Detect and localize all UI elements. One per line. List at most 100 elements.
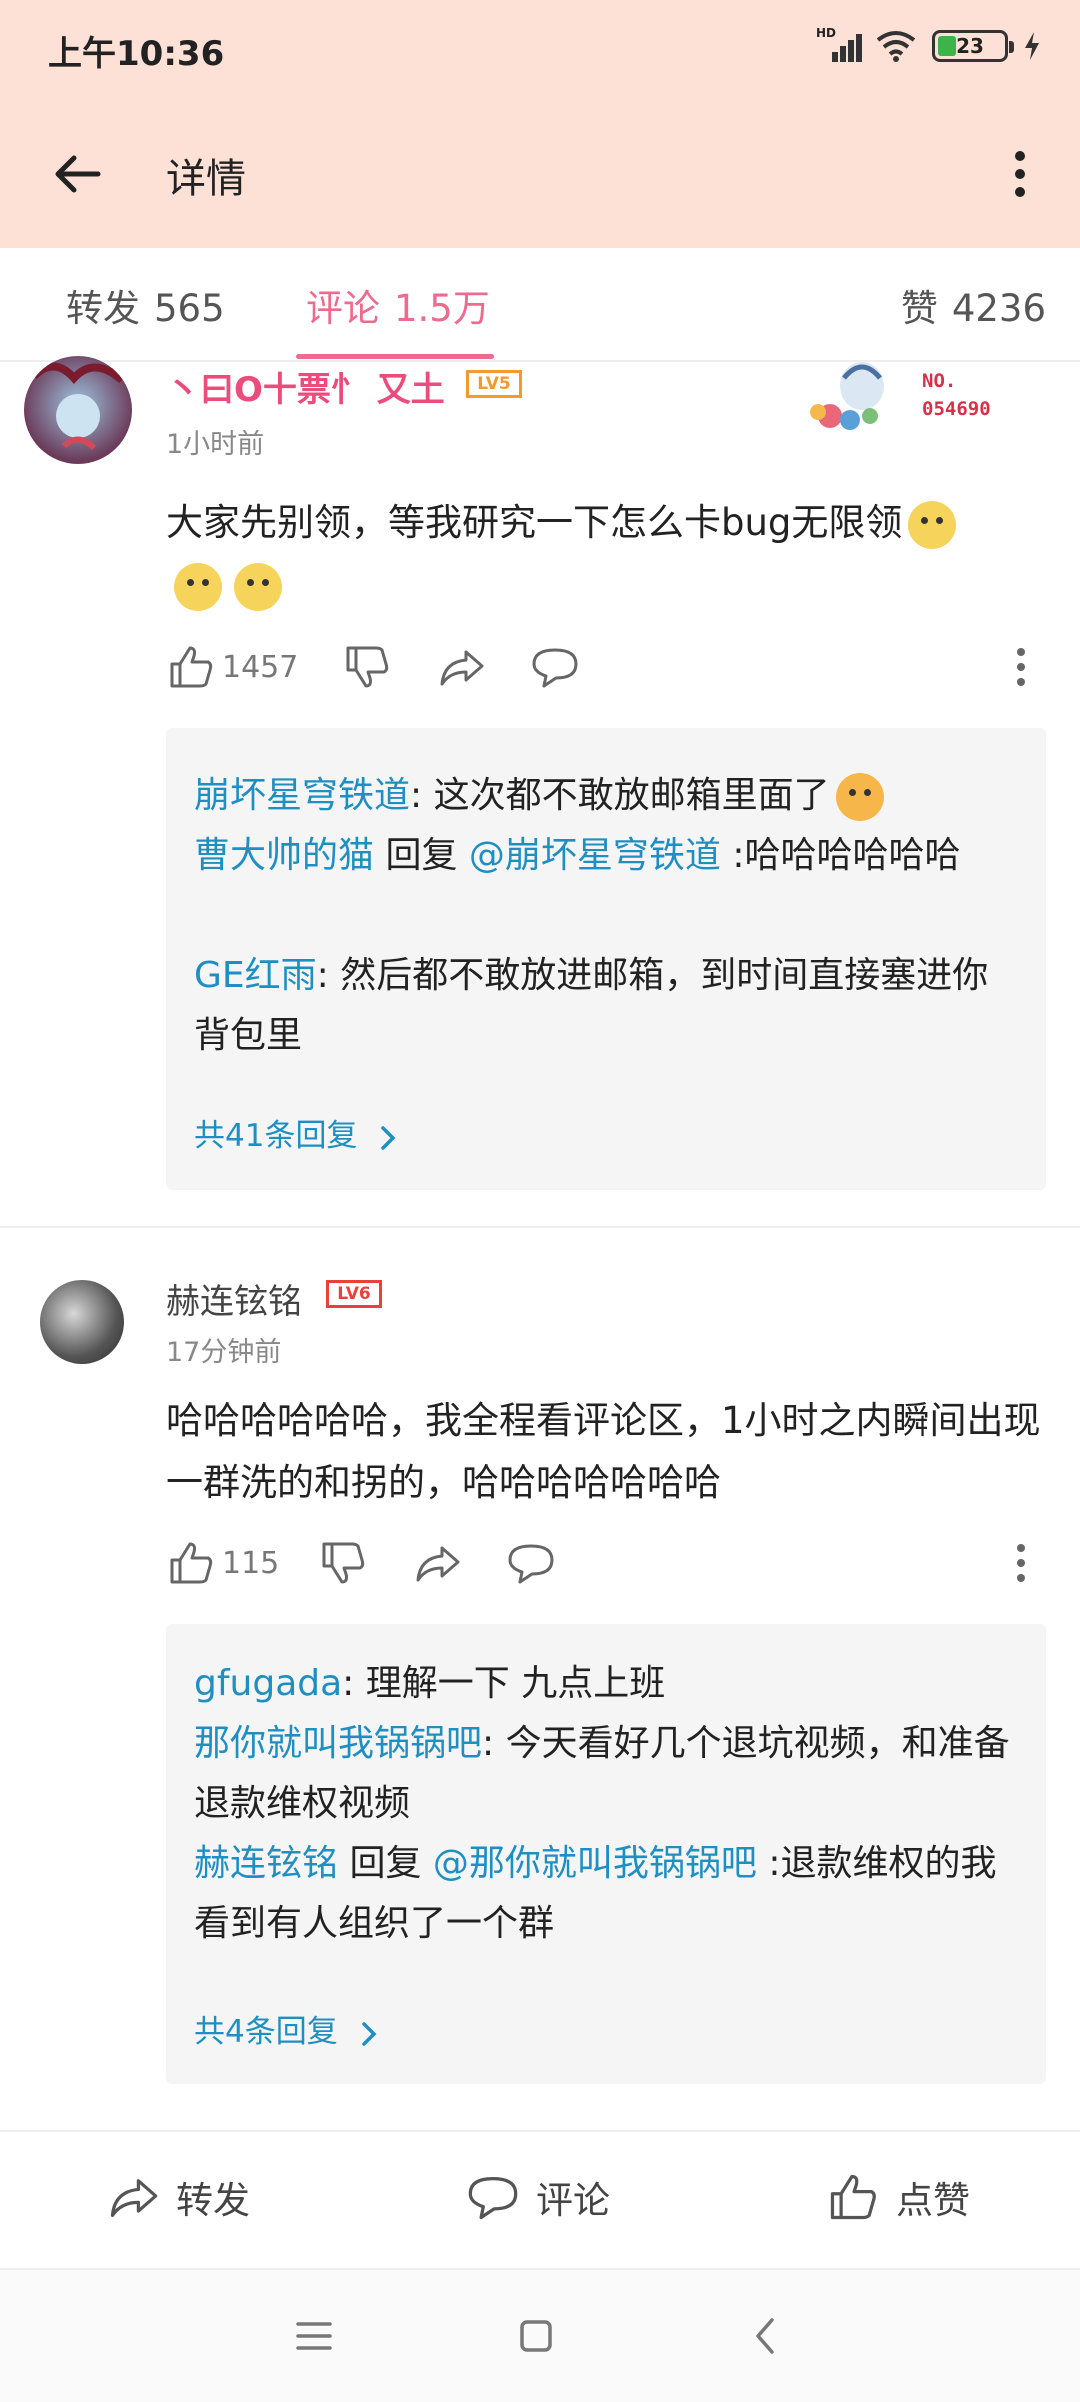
- reply-separator: :: [342, 1663, 366, 1704]
- comment-text: 大家先别领，等我研究一下怎么卡bug无限领: [166, 492, 1046, 616]
- hd-label: HD: [816, 26, 837, 40]
- thumbs-down-icon[interactable]: [342, 642, 392, 692]
- badge-character-image: [810, 362, 884, 430]
- comment-divider: [0, 1226, 1080, 1228]
- reply-item: 那你就叫我锅锅吧: 今天看好几个退坑视频，和准备退款维权视频: [194, 1714, 1024, 1834]
- reply-text: 这次都不敢放邮箱里面了: [433, 775, 830, 816]
- doge-emoji-icon: [234, 562, 282, 611]
- battery-level: 23: [956, 34, 984, 58]
- tab-comment-label: 评论: [306, 287, 380, 330]
- comment-bubble-icon: [468, 2177, 518, 2220]
- level-badge: LV5: [466, 370, 522, 398]
- active-tab-indicator: [296, 354, 494, 359]
- comment-text-content: 大家先别领，等我研究一下怎么卡bug无限领: [166, 501, 903, 544]
- badge-no-label: NO.: [922, 370, 957, 392]
- charging-icon: [1025, 32, 1039, 60]
- fan-badge: NO. 054690: [800, 356, 1040, 432]
- share-arrow-icon[interactable]: [412, 1538, 462, 1588]
- reply-username[interactable]: 赫连铉铭: [194, 1843, 338, 1884]
- avatar[interactable]: [24, 356, 132, 464]
- thumbs-up-icon[interactable]: [166, 1538, 216, 1588]
- badge-number: 054690: [922, 398, 991, 420]
- comment-time: 17分钟前: [166, 1337, 282, 1368]
- repost-label: 转发: [176, 2179, 250, 2222]
- doge-emoji-icon: [174, 562, 222, 611]
- comment-username[interactable]: 赫连铉铭: [166, 1274, 302, 1323]
- back-icon[interactable]: [744, 2314, 788, 2358]
- thumbs-down-icon[interactable]: [318, 1538, 368, 1588]
- home-icon[interactable]: [514, 2314, 558, 2358]
- like-count: 1457: [222, 650, 299, 685]
- more-vertical-icon[interactable]: [996, 1538, 1046, 1588]
- laughing-emoji-icon: [835, 773, 884, 821]
- reply-mention[interactable]: @崩坏星穹铁道: [469, 835, 721, 876]
- reply-username[interactable]: 那你就叫我锅锅吧: [194, 1723, 482, 1764]
- menu-icon[interactable]: [292, 2314, 336, 2358]
- reply-word: 回复: [374, 835, 469, 876]
- view-all-replies-label: 共4条回复: [194, 2014, 338, 2050]
- tab-comment[interactable]: 评论 1.5万: [306, 278, 490, 332]
- reply-username[interactable]: 崩坏星穹铁道: [194, 775, 410, 816]
- avatar[interactable]: [40, 1280, 124, 1364]
- status-icons: HD 23: [816, 26, 1042, 64]
- tab-like-label: 赞: [900, 287, 938, 330]
- reply-word: 回复: [338, 1843, 433, 1884]
- tab-comment-count: 1.5万: [394, 287, 490, 330]
- tab-repost-label: 转发: [66, 287, 140, 330]
- reply-preview-box[interactable]: gfugada: 理解一下 九点上班 那你就叫我锅锅吧: 今天看好几个退坑视频，…: [166, 1624, 1046, 2084]
- reply-text: 理解一下 九点上班: [365, 1663, 666, 1704]
- thumbs-up-icon: [830, 2174, 876, 2220]
- reply-username[interactable]: GE红雨: [194, 955, 317, 996]
- bottom-action-bar: 转发 评论 点赞: [0, 2130, 1080, 2270]
- app-header: 上午10:36 HD 23 详情: [0, 0, 1080, 248]
- comment-actions: 1457: [166, 642, 1046, 692]
- more-vertical-icon[interactable]: [1000, 144, 1040, 204]
- wifi-icon: [876, 31, 916, 62]
- tab-like[interactable]: 赞 4236: [901, 278, 1046, 332]
- like-count: 115: [222, 1546, 280, 1581]
- view-all-replies-link[interactable]: 共41条回复: [194, 1110, 399, 1155]
- reply-item: 曹大帅的猫 回复 @崩坏星穹铁道 :哈哈哈哈哈哈: [194, 826, 1024, 886]
- reply-item: GE红雨: 然后都不敢放进邮箱，到时间直接塞进你背包里: [194, 946, 1024, 1066]
- view-all-replies-link[interactable]: 共4条回复: [194, 2006, 380, 2051]
- chevron-right-icon: [381, 1125, 396, 1150]
- like-label: 点赞: [896, 2179, 970, 2222]
- battery-icon: 23: [932, 30, 1014, 62]
- reply-separator: :: [316, 955, 341, 996]
- comment-username[interactable]: 丶曰O十票忄 又土: [166, 362, 445, 411]
- status-time: 上午10:36: [48, 34, 225, 74]
- reply-username[interactable]: 曹大帅的猫: [194, 835, 374, 876]
- cell-signal-icon: HD: [816, 26, 862, 64]
- view-all-replies-label: 共41条回复: [194, 1118, 358, 1154]
- reply-separator: :: [482, 1723, 506, 1764]
- reply-preview-box[interactable]: 崩坏星穹铁道: 这次都不敢放邮箱里面了 曹大帅的猫 回复 @崩坏星穹铁道 :哈哈…: [166, 728, 1046, 1190]
- level-badge: LV6: [326, 1280, 382, 1308]
- tab-like-count: 4236: [951, 287, 1046, 330]
- reply-mention[interactable]: @那你就叫我锅锅吧: [433, 1843, 757, 1884]
- share-arrow-icon[interactable]: [436, 642, 486, 692]
- thumbs-up-icon[interactable]: [166, 642, 216, 692]
- doge-emoji-icon: [908, 500, 957, 549]
- tab-repost-count: 565: [154, 287, 225, 330]
- comment-time: 1小时前: [166, 429, 265, 460]
- more-vertical-icon[interactable]: [996, 642, 1046, 692]
- reply-username[interactable]: gfugada: [194, 1663, 342, 1704]
- reply-item: 崩坏星穹铁道: 这次都不敢放邮箱里面了: [194, 766, 1024, 826]
- comment-bubble-icon[interactable]: [530, 642, 580, 692]
- back-arrow-icon[interactable]: [48, 144, 108, 204]
- like-button[interactable]: 点赞: [826, 2170, 970, 2224]
- comment-button[interactable]: 评论: [466, 2170, 610, 2224]
- reply-item: gfugada: 理解一下 九点上班: [194, 1654, 1024, 1714]
- comment-text: 哈哈哈哈哈哈，我全程看评论区，1小时之内瞬间出现一群洗的和拐的，哈哈哈哈哈哈哈: [166, 1399, 1041, 1504]
- page-title: 详情: [166, 156, 246, 202]
- reply-separator: :: [410, 775, 434, 816]
- comment-label: 评论: [536, 2179, 610, 2222]
- tab-repost[interactable]: 转发 565: [66, 278, 225, 332]
- reply-item: 赫连铉铭 回复 @那你就叫我锅锅吧 :退款维权的我看到有人组织了一个群: [194, 1834, 1024, 1954]
- share-arrow-icon: [110, 2179, 158, 2217]
- reply-text: :哈哈哈哈哈哈: [720, 835, 961, 876]
- repost-button[interactable]: 转发: [106, 2170, 250, 2224]
- comment-bubble-icon[interactable]: [506, 1538, 556, 1588]
- system-nav-bar: [0, 2268, 1080, 2402]
- comment-actions: 115: [166, 1538, 1046, 1588]
